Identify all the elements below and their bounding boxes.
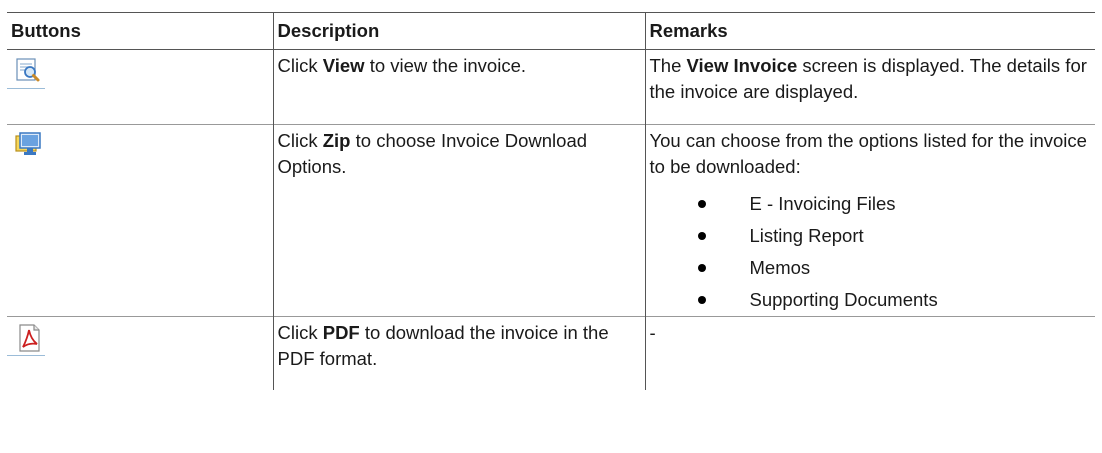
text-run: Click	[277, 55, 323, 76]
icon-underline	[7, 88, 45, 89]
text-run: Click	[277, 130, 323, 151]
icon-underline	[7, 355, 45, 356]
bold-term-view-invoice: View Invoice	[686, 55, 798, 76]
zip-download-icon[interactable]	[11, 131, 49, 161]
text-run: Click	[277, 322, 323, 343]
list-item: Supporting Documents	[650, 284, 1092, 316]
remarks-view: The View Invoice screen is displayed. Th…	[644, 49, 1095, 125]
remark-text-zip: You can choose from the options listed f…	[649, 130, 1087, 177]
download-options-list: E - Invoicing Files Listing Report Memos…	[650, 188, 1092, 316]
text-run: The	[649, 55, 687, 76]
bullet-icon	[697, 264, 706, 272]
button-cell-view	[7, 50, 273, 125]
bold-term-view: View	[322, 55, 365, 76]
list-item: Memos	[650, 252, 1092, 284]
option-label: Listing Report	[749, 225, 864, 246]
option-label: E - Invoicing Files	[749, 193, 896, 214]
bullet-icon	[697, 200, 706, 208]
table-row-pdf: Click PDF to download the invoice in the…	[7, 316, 1095, 391]
bold-term-pdf: PDF	[322, 322, 360, 343]
remarks-zip: You can choose from the options listed f…	[644, 124, 1095, 317]
bold-term-zip: Zip	[322, 130, 351, 151]
description-zip: Click Zip to choose Invoice Download Opt…	[272, 124, 645, 317]
description-view: Click View to view the invoice.	[272, 49, 645, 125]
remarks-pdf: -	[644, 316, 1095, 390]
option-label: Supporting Documents	[749, 289, 938, 310]
header-description: Description	[272, 12, 645, 50]
description-pdf: Click PDF to download the invoice in the…	[272, 316, 645, 390]
pdf-icon[interactable]	[11, 323, 49, 353]
table-header-row: Buttons Description Remarks	[7, 12, 1095, 50]
header-buttons: Buttons	[11, 20, 81, 41]
text-run: to view the invoice.	[364, 55, 527, 76]
bullet-icon	[697, 232, 706, 240]
button-cell-zip	[7, 125, 273, 317]
view-invoice-icon[interactable]	[11, 56, 49, 86]
list-item: E - Invoicing Files	[650, 188, 1092, 220]
table-row-view: Click View to view the invoice. The View…	[7, 49, 1095, 125]
header-remarks: Remarks	[644, 12, 1095, 50]
list-item: Listing Report	[650, 220, 1092, 252]
buttons-reference-table: Buttons Description Remarks Click View t…	[7, 12, 1095, 390]
option-label: Memos	[749, 257, 811, 278]
bullet-icon	[697, 296, 706, 304]
button-cell-pdf	[7, 317, 273, 391]
table-row-zip: Click Zip to choose Invoice Download Opt…	[7, 124, 1095, 317]
